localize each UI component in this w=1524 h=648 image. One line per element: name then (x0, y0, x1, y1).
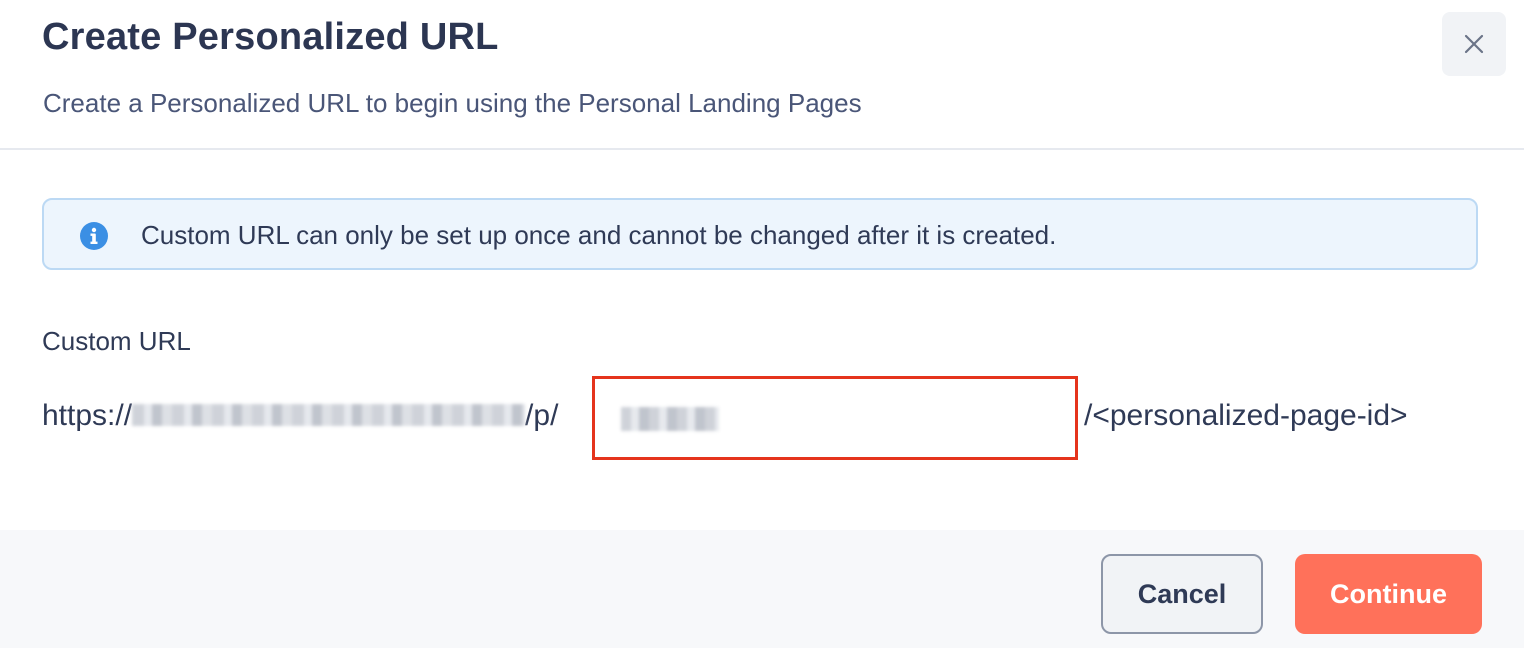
dialog-subtitle: Create a Personalized URL to begin using… (43, 88, 862, 118)
dialog-footer: Cancel Continue (0, 530, 1524, 648)
custom-url-row: https:// /p/ /<personalized-page-id> (42, 376, 1482, 460)
url-suffix: /<personalized-page-id> (1084, 399, 1408, 432)
dialog-title: Create Personalized URL (42, 16, 499, 58)
info-alert: Custom URL can only be set up once and c… (42, 198, 1478, 270)
url-path-prefix: /p/ (525, 399, 559, 432)
continue-button[interactable]: Continue (1295, 554, 1482, 634)
custom-url-label: Custom URL (42, 326, 191, 356)
cancel-button[interactable]: Cancel (1101, 554, 1263, 634)
create-personalized-url-dialog: Create Personalized URL Create a Persona… (0, 0, 1524, 648)
info-icon (80, 222, 108, 250)
url-scheme: https:// (42, 399, 133, 432)
close-button[interactable] (1442, 12, 1506, 76)
close-icon (1464, 34, 1484, 54)
redacted-slug-value (621, 407, 719, 431)
alert-text: Custom URL can only be set up once and c… (141, 220, 1057, 250)
url-prefix: https:// /p/ (42, 399, 558, 433)
dialog-header: Create Personalized URL Create a Persona… (0, 0, 1524, 150)
custom-url-slug-input[interactable] (592, 376, 1078, 460)
redacted-domain (132, 404, 526, 427)
